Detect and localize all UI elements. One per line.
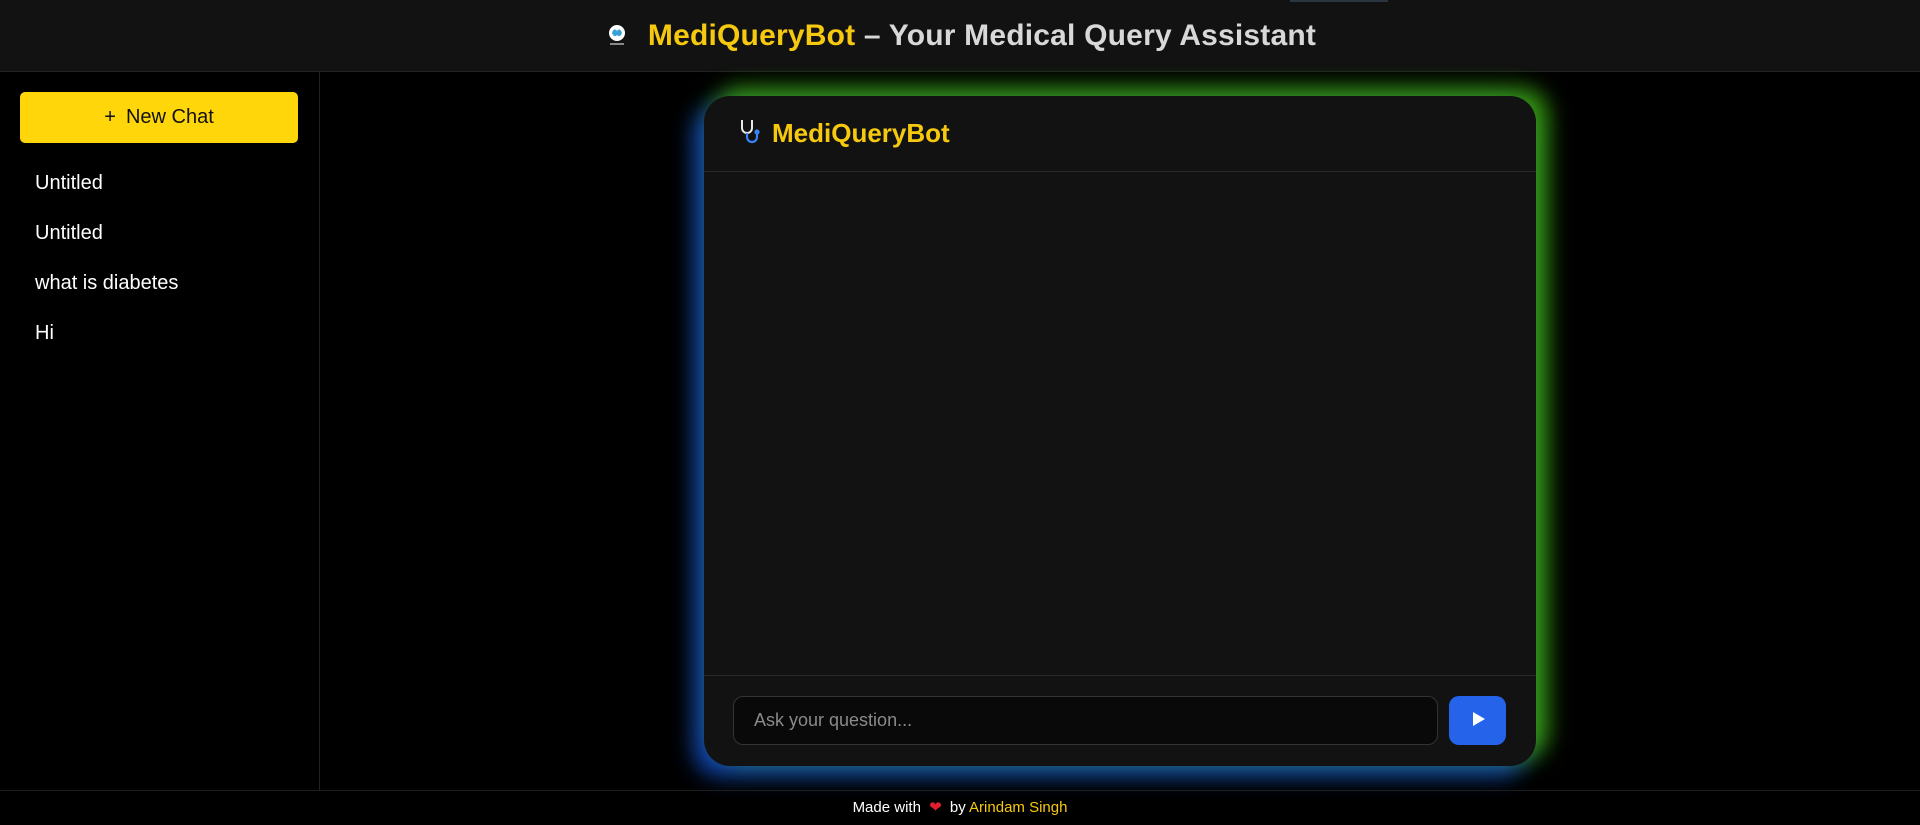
message-area: [704, 172, 1536, 676]
app-title-brand: MediQueryBot: [647, 18, 856, 52]
footer-made-with: Made with: [852, 799, 921, 816]
sidebar: + New Chat Untitled Untitled what is dia…: [0, 72, 320, 790]
new-chat-button[interactable]: + New Chat: [20, 92, 298, 143]
chat-title: MediQueryBot: [772, 118, 950, 148]
chat-history-item[interactable]: Hi: [35, 318, 178, 368]
heart-icon: ❤: [929, 799, 942, 816]
plus-icon: +: [104, 106, 116, 128]
stethoscope-icon: [736, 117, 764, 150]
chat-panel: MediQueryBot: [704, 96, 1536, 766]
chat-history-list: Untitled Untitled what is diabetes Hi: [35, 168, 178, 368]
chat-header: MediQueryBot: [704, 96, 1536, 172]
footer: Made with ❤ by Arindam Singh: [0, 790, 1920, 825]
play-triangle-icon: [1469, 710, 1487, 731]
chat-history-item[interactable]: Untitled: [35, 168, 178, 218]
send-button[interactable]: [1449, 696, 1506, 745]
chat-history-item[interactable]: Untitled: [35, 218, 178, 268]
brain-medical-logo-icon: [604, 23, 630, 49]
top-header: MediQueryBot – Your Medical Query Assist…: [0, 0, 1920, 72]
footer-by: by: [949, 799, 966, 816]
question-input[interactable]: [733, 696, 1438, 745]
top-accent-line: [1290, 0, 1388, 2]
new-chat-label: New Chat: [125, 106, 214, 128]
footer-author-link[interactable]: Arindam Singh: [969, 799, 1067, 816]
chat-history-item[interactable]: what is diabetes: [35, 268, 178, 318]
app-title: MediQueryBot – Your Medical Query Assist…: [648, 19, 1316, 53]
composer: [704, 676, 1536, 766]
app-title-subtitle: – Your Medical Query Assistant: [855, 18, 1317, 52]
